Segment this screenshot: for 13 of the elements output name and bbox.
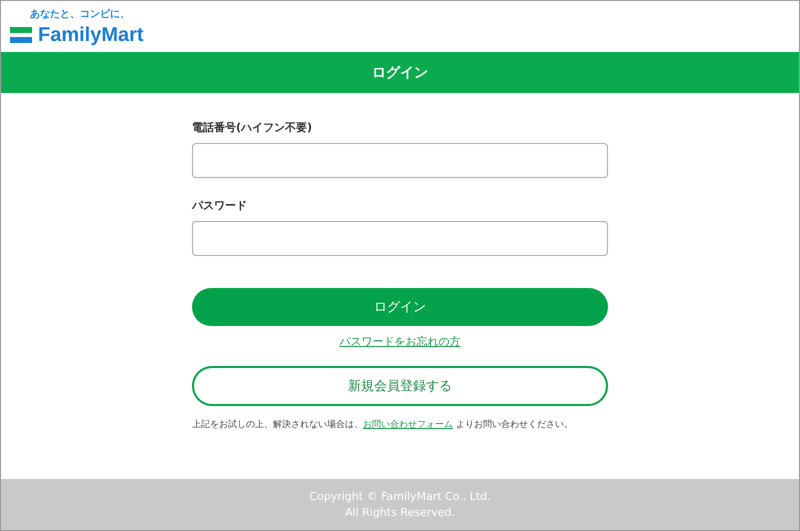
brand-logo: FamilyMart [38,23,144,47]
contact-form-link[interactable]: お問い合わせフォーム [363,420,453,430]
register-button[interactable]: 新規会員登録する [192,366,608,406]
flag-icon [10,27,32,43]
note-text: 上記をお試しの上、解決されない場合は、お問い合わせフォーム よりお問い合わせください。 [192,418,574,431]
field-label: 電話番号(ハイフン不要) [192,120,314,135]
forgot-password-link[interactable]: パスワードをお忘れの方 [340,334,460,349]
input-field[interactable] [192,221,608,256]
field-label: パスワード [192,198,248,213]
tagline: あなたと、コンビに、 [30,9,131,21]
input-field[interactable] [192,143,608,178]
page-title: ログイン [372,64,428,82]
login-button[interactable]: ログイン [192,288,608,326]
